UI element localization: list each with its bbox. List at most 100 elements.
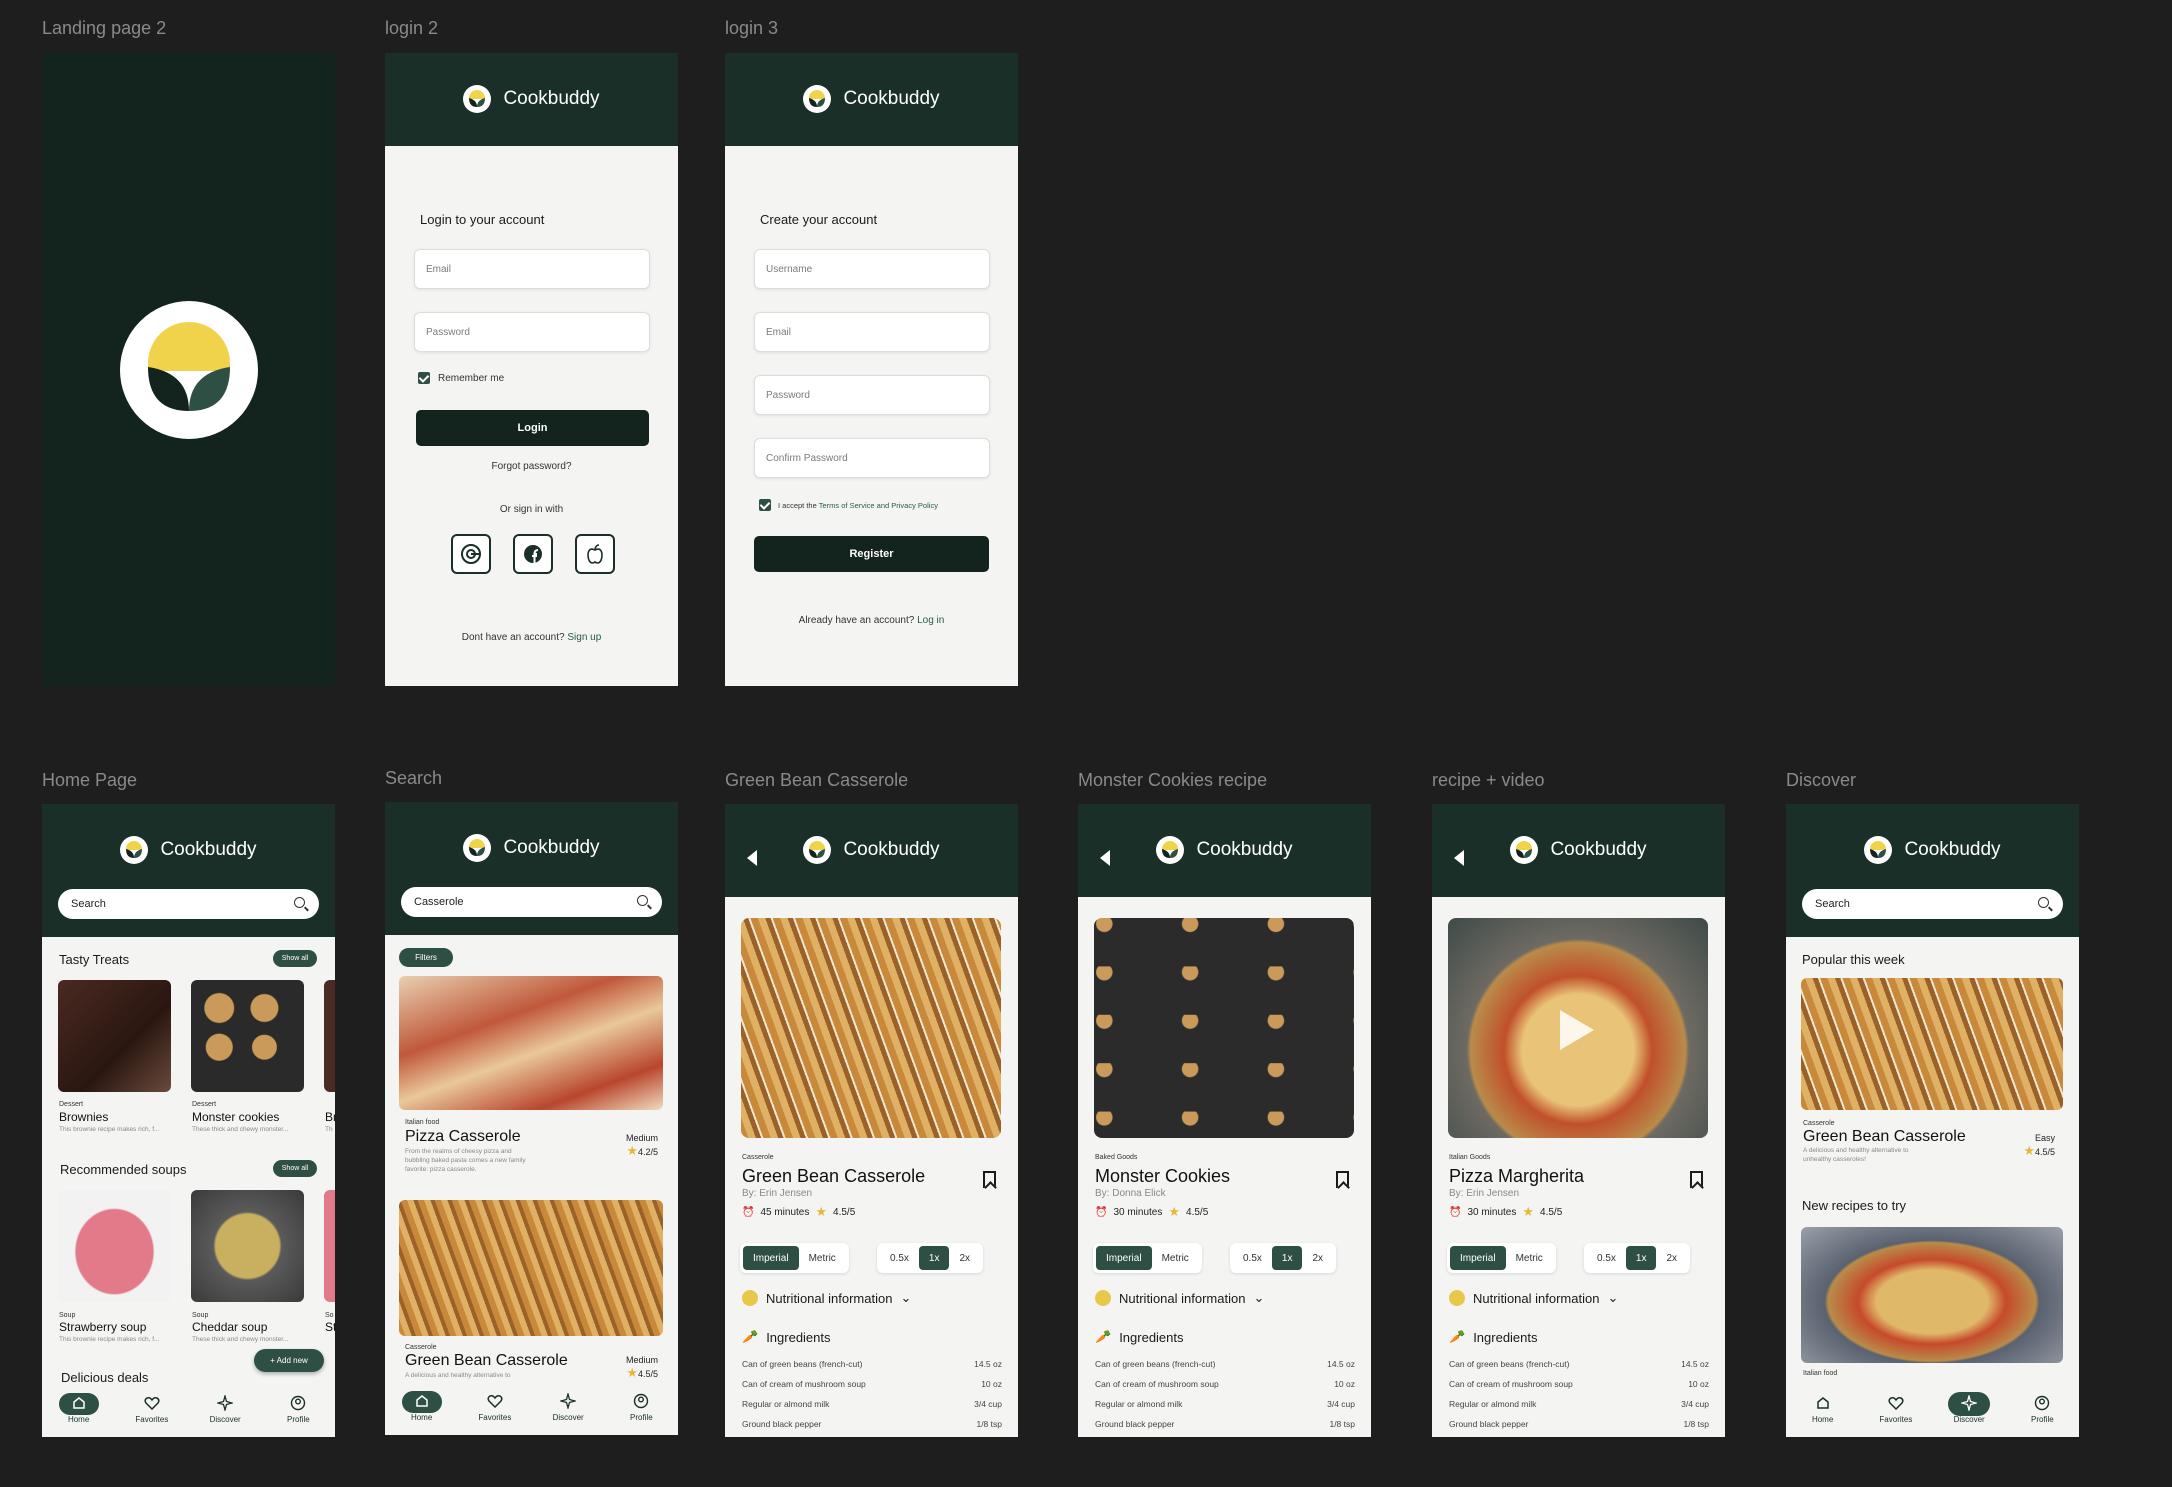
- ingredient-qty: 3/4 cup: [1681, 1399, 1709, 1409]
- email-field[interactable]: Email: [414, 249, 650, 289]
- scale-two[interactable]: 2x: [949, 1246, 980, 1270]
- ingredients-header: 🥕 Ingredients: [1095, 1329, 1184, 1345]
- nav-discover[interactable]: Discover: [1939, 1392, 1999, 1424]
- nav-discover[interactable]: Discover: [195, 1393, 255, 1424]
- nav-favorites[interactable]: Favorites: [1866, 1393, 1926, 1424]
- cheddar-soup-image[interactable]: [191, 1190, 304, 1302]
- search-icon[interactable]: [2038, 897, 2049, 908]
- nav-home[interactable]: Home: [1793, 1393, 1853, 1424]
- nav-profile[interactable]: Profile: [268, 1393, 328, 1424]
- metric-option[interactable]: Metric: [799, 1246, 846, 1270]
- password-field[interactable]: Password: [754, 375, 990, 415]
- recipe-meta: ⏰ 45 minutes ★ 4.5/5: [742, 1204, 855, 1220]
- terms-checkbox[interactable]: [759, 499, 771, 511]
- recipe-rating: 4.5/5: [1186, 1206, 1209, 1218]
- add-new-button[interactable]: + Add new: [254, 1349, 324, 1372]
- ingredient-name: Can of cream of mushroom soup: [1095, 1379, 1219, 1389]
- filters-button[interactable]: Filters: [399, 948, 453, 967]
- scale-one[interactable]: 1x: [1625, 1246, 1657, 1270]
- log-in-link[interactable]: Log in: [917, 615, 944, 626]
- google-icon[interactable]: [451, 534, 491, 574]
- result-meta: Medium ★4.2/5: [626, 1133, 658, 1159]
- remember-checkbox[interactable]: [418, 372, 430, 384]
- remember-label: Remember me: [438, 373, 505, 384]
- show-all-button[interactable]: Show all: [273, 1160, 317, 1177]
- new-recipe-image[interactable]: [1801, 1227, 2063, 1363]
- imperial-option[interactable]: Imperial: [1450, 1246, 1506, 1270]
- frame-label-gbc: Green Bean Casserole: [725, 770, 909, 790]
- metric-option[interactable]: Metric: [1506, 1246, 1553, 1270]
- confirm-password-field[interactable]: Confirm Password: [754, 438, 990, 478]
- scale-half[interactable]: 0.5x: [1233, 1246, 1272, 1270]
- result-category: Italian food: [405, 1119, 440, 1126]
- carrot-icon: 🥕: [742, 1329, 759, 1344]
- nutrition-label: Nutritional information: [1473, 1290, 1600, 1306]
- nav-profile-label: Profile: [287, 1415, 310, 1424]
- search-icon[interactable]: [637, 895, 648, 906]
- nav-home[interactable]: Home: [392, 1391, 452, 1422]
- email-field[interactable]: Email: [754, 312, 990, 352]
- nav-home[interactable]: Home: [49, 1393, 109, 1424]
- nav-discover-label: Discover: [552, 1413, 584, 1422]
- pizza-casserole-image[interactable]: [399, 976, 663, 1110]
- soup-desc: These thick and chewy monster...: [192, 1336, 289, 1343]
- terms-prefix: I accept the: [778, 501, 817, 510]
- third-soup-image[interactable]: [324, 1190, 335, 1302]
- popular-image[interactable]: [1801, 978, 2063, 1110]
- nav-discover-label: Discover: [209, 1415, 241, 1424]
- nutrition-toggle[interactable]: Nutritional information ⌄: [1095, 1290, 1264, 1306]
- clock-icon: ⏰: [1449, 1206, 1462, 1218]
- logo-icon: [463, 834, 492, 862]
- nav-favorites[interactable]: Favorites: [122, 1393, 182, 1424]
- green-bean-casserole-image[interactable]: [399, 1200, 663, 1336]
- carrot-icon: 🥕: [1095, 1329, 1112, 1344]
- facebook-icon[interactable]: [513, 534, 553, 574]
- brownies-image[interactable]: [58, 980, 171, 1092]
- soup-category: Soup: [59, 1312, 76, 1319]
- chevron-down-icon: ⌄: [900, 1290, 912, 1305]
- nav-favorites[interactable]: Favorites: [465, 1391, 525, 1422]
- nutrition-toggle[interactable]: Nutritional information ⌄: [1449, 1290, 1618, 1306]
- sign-up-link[interactable]: Sign up: [567, 632, 601, 643]
- scale-two[interactable]: 2x: [1656, 1246, 1687, 1270]
- password-field[interactable]: Password: [414, 312, 650, 352]
- scale-one[interactable]: 1x: [1271, 1246, 1303, 1270]
- play-icon[interactable]: [1560, 1010, 1594, 1050]
- carrot-icon: 🥕: [1449, 1329, 1466, 1344]
- search-icon[interactable]: [294, 897, 305, 908]
- nav-profile[interactable]: Profile: [611, 1391, 671, 1422]
- search-input[interactable]: Casserole: [401, 887, 662, 917]
- scale-half[interactable]: 0.5x: [880, 1246, 919, 1270]
- forgot-password-link[interactable]: Forgot password?: [385, 461, 678, 472]
- result-desc-line: A delicious and healthy alternative to: [405, 1372, 511, 1379]
- login-button[interactable]: Login: [416, 410, 649, 446]
- bottom-nav: Home Favorites Discover Profile: [1786, 1389, 2079, 1437]
- apple-icon[interactable]: [575, 534, 615, 574]
- ingredient-name: Can of green beans (french-cut): [742, 1359, 863, 1369]
- bookmark-icon[interactable]: [1690, 1171, 1703, 1188]
- search-input[interactable]: Search: [1802, 889, 2063, 919]
- recipe-video[interactable]: [1448, 918, 1708, 1138]
- nav-discover[interactable]: Discover: [538, 1391, 598, 1422]
- show-all-button[interactable]: Show all: [273, 950, 317, 967]
- scale-half[interactable]: 0.5x: [1587, 1246, 1626, 1270]
- treat-category: Dessert: [192, 1101, 217, 1108]
- username-field[interactable]: Username: [754, 249, 990, 289]
- recipe-frame-gbc: Cookbuddy Casserole Green Bean Casserole…: [725, 804, 1018, 1437]
- nav-profile[interactable]: Profile: [2012, 1393, 2072, 1424]
- third-treat-image[interactable]: [324, 980, 335, 1092]
- scale-two[interactable]: 2x: [1302, 1246, 1333, 1270]
- terms-link[interactable]: Terms of Service and Privacy Policy: [819, 501, 938, 510]
- frame-label-landing: Landing page 2: [42, 18, 167, 38]
- strawberry-soup-image[interactable]: [58, 1190, 171, 1302]
- monster-cookies-image[interactable]: [191, 980, 304, 1092]
- imperial-option[interactable]: Imperial: [1096, 1246, 1152, 1270]
- scale-one[interactable]: 1x: [918, 1246, 950, 1270]
- bookmark-icon[interactable]: [1336, 1171, 1349, 1188]
- metric-option[interactable]: Metric: [1152, 1246, 1199, 1270]
- nutrition-toggle[interactable]: Nutritional information ⌄: [742, 1290, 911, 1306]
- register-button[interactable]: Register: [754, 536, 989, 572]
- imperial-option[interactable]: Imperial: [743, 1246, 799, 1270]
- bookmark-icon[interactable]: [983, 1171, 996, 1188]
- search-input[interactable]: Search: [58, 889, 319, 919]
